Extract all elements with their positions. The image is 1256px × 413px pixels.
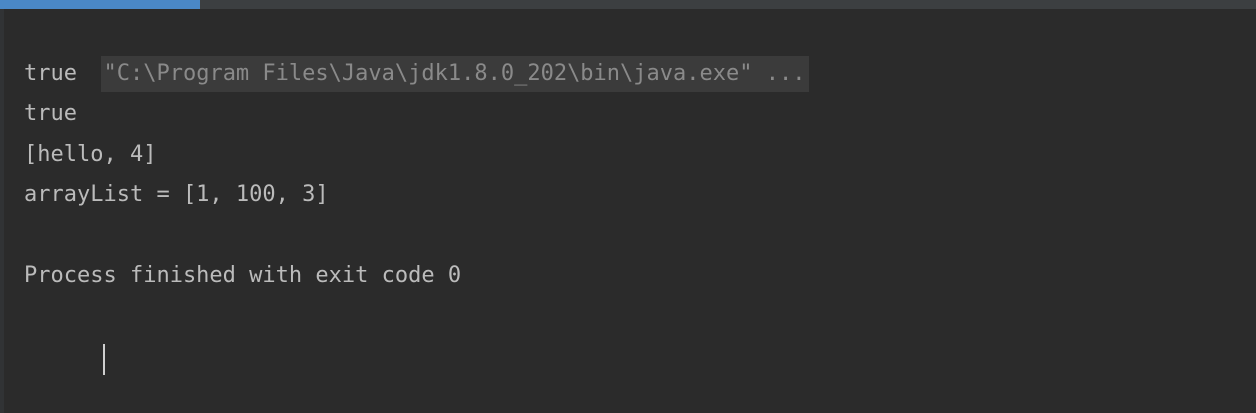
output-line: [hello, 4] [24,141,157,167]
console-output[interactable]: "C:\Program Files\Java\jdk1.8.0_202\bin\… [24,13,1256,375]
output-line: arrayList = [1, 100, 3] [24,182,329,207]
tool-window-header [0,0,1256,9]
console-gutter [0,9,4,413]
input-line[interactable] [24,297,1256,375]
run-console-window: "C:\Program Files\Java\jdk1.8.0_202\bin\… [0,0,1256,413]
command-line[interactable]: "C:\Program Files\Java\jdk1.8.0_202\bin\… [101,55,810,92]
command-line-row: "C:\Program Files\Java\jdk1.8.0_202\bin\… [24,13,1256,92]
text-caret [103,343,106,375]
output-line-blank [24,216,1256,257]
active-tab-indicator [0,0,200,9]
process-finished-message: Process finished with exit code 0 [24,263,462,288]
output-line: true [24,101,77,126]
